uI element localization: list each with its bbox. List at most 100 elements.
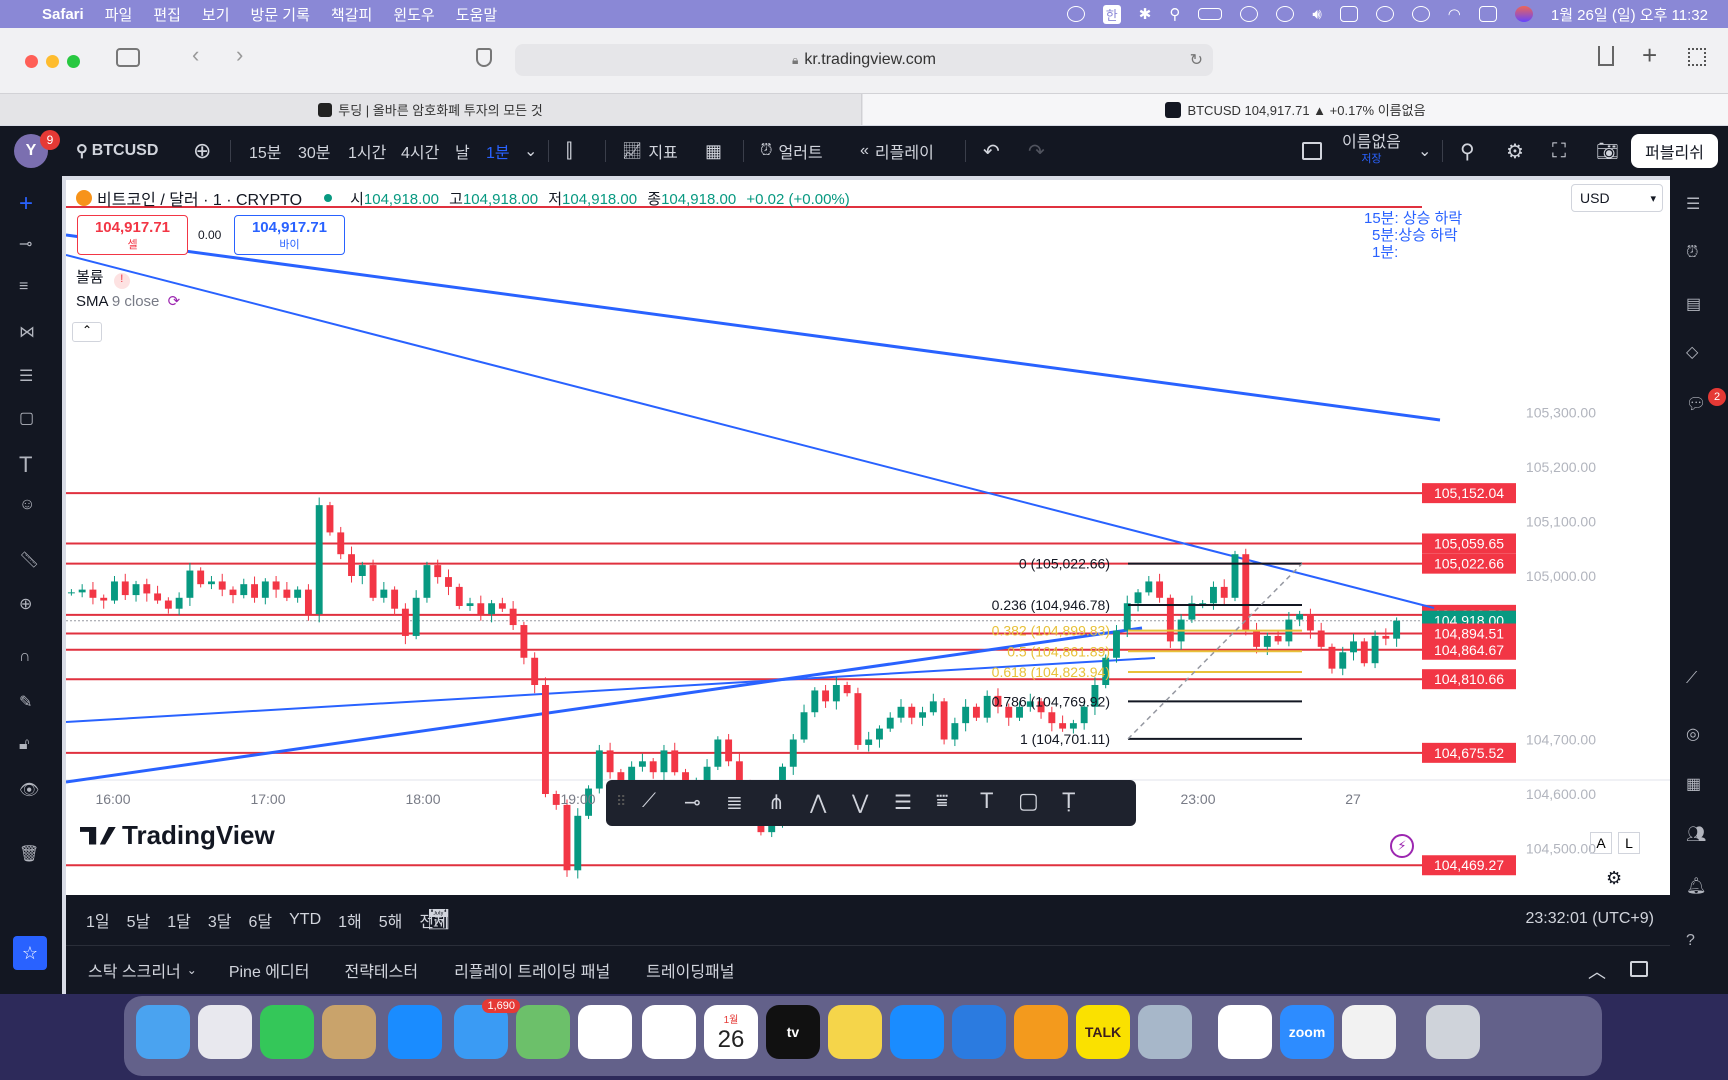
undo-icon[interactable]: ↶ bbox=[983, 126, 1000, 176]
panel-strategy-tester[interactable]: 전략테스터 bbox=[344, 958, 418, 982]
goto-date-icon[interactable]: 📅︎ bbox=[426, 907, 451, 932]
fib-retracement-tool-icon[interactable]: ☰ bbox=[894, 790, 912, 815]
parallel-channel-tool-icon[interactable]: ≣ bbox=[726, 790, 743, 815]
zoom-window-button[interactable] bbox=[67, 55, 80, 68]
drag-handle-icon[interactable]: ⠿ bbox=[616, 793, 626, 810]
emoji-icon[interactable]: ☺ bbox=[19, 496, 45, 522]
delete-icon[interactable]: 🗑︎ bbox=[19, 844, 45, 870]
minimize-window-button[interactable] bbox=[46, 55, 59, 68]
textedit-dock-icon[interactable] bbox=[1342, 1005, 1396, 1059]
reload-icon[interactable]: ↻ bbox=[1190, 50, 1203, 70]
pitchfork-tool-icon[interactable]: ⋔ bbox=[768, 790, 785, 815]
panel-pine-editor[interactable]: Pine 에디터 bbox=[229, 958, 310, 982]
input-source-indicator[interactable]: 한 bbox=[1102, 4, 1121, 24]
fullscreen-icon[interactable]: ⛶ bbox=[1552, 126, 1566, 176]
text-tool-icon[interactable]: T bbox=[19, 452, 45, 478]
quick-search-icon[interactable]: ⚲ bbox=[1460, 126, 1475, 176]
menu-file[interactable]: 파일 bbox=[105, 4, 133, 25]
text-note[interactable]: 15분: 상승 하락 5분:상승 하락 1분: bbox=[1364, 210, 1462, 261]
app-store-dock-icon[interactable] bbox=[890, 1005, 944, 1059]
templates-icon[interactable]: ▦ bbox=[705, 126, 722, 176]
chart-title[interactable]: 비트코인 / 달러 · 1 · CRYPTO bbox=[97, 186, 302, 210]
contacts-dock-icon[interactable] bbox=[322, 1005, 376, 1059]
horizontal-ray-tool-icon[interactable]: ⊸ bbox=[684, 790, 701, 815]
forward-icon[interactable]: › bbox=[236, 42, 243, 68]
alert-button[interactable]: ⏰︎ 얼러트 bbox=[760, 126, 823, 176]
watchlist-icon[interactable]: ☰ bbox=[1686, 194, 1714, 222]
range-button[interactable]: 6달 bbox=[249, 908, 273, 932]
draw-mode-icon[interactable]: ✎ bbox=[19, 692, 45, 718]
airdrop-icon[interactable] bbox=[1375, 6, 1394, 22]
address-bar[interactable]: 🔒︎ kr.tradingview.com ↻ bbox=[515, 44, 1213, 76]
collapse-legend-icon[interactable]: ⌃ bbox=[72, 322, 102, 342]
zoom-status-icon[interactable] bbox=[1066, 6, 1085, 22]
trend-line-tool-icon[interactable]: ⟋ bbox=[642, 790, 656, 813]
mail-dock-icon[interactable]: 1,690 bbox=[454, 999, 520, 1059]
privacy-shield-icon[interactable] bbox=[476, 48, 492, 67]
chart-type-icon[interactable]: ⫿ bbox=[566, 126, 572, 176]
range-button[interactable]: 1해 bbox=[338, 908, 362, 932]
range-button[interactable]: 5날 bbox=[127, 908, 151, 932]
help-icon[interactable]: ? bbox=[1686, 932, 1714, 960]
hide-drawings-icon[interactable]: 👁︎ bbox=[19, 780, 45, 806]
panel-replay-trading[interactable]: 리플레이 트레이딩 패널 bbox=[454, 958, 610, 982]
tab-tradingview[interactable]: BTCUSD 104,917.71 ▲ +0.17% 이름없음 bbox=[863, 94, 1728, 125]
time-machine-icon[interactable] bbox=[1276, 6, 1295, 22]
safari-dock-icon[interactable] bbox=[388, 1005, 442, 1059]
magnet-icon[interactable]: ∩ bbox=[19, 648, 45, 674]
symbol-search[interactable]: ⚲ BTCUSD bbox=[76, 126, 158, 176]
menu-view[interactable]: 보기 bbox=[202, 4, 230, 25]
ruler-icon[interactable]: 📏︎ bbox=[19, 550, 45, 576]
range-button[interactable]: 1달 bbox=[167, 908, 191, 932]
range-button[interactable]: 1일 bbox=[86, 908, 110, 932]
watchlist-star-icon[interactable]: ☆ bbox=[13, 936, 47, 970]
interval-day[interactable]: 날 bbox=[455, 126, 470, 176]
calendar-icon[interactable]: ▦ bbox=[1686, 774, 1714, 802]
interval-30m[interactable]: 30분 bbox=[298, 126, 331, 176]
rectangle-tool-icon[interactable]: ▢ bbox=[1018, 788, 1039, 814]
xabcd-tool-icon[interactable]: ⋀ bbox=[810, 790, 826, 815]
menubar-clock[interactable]: 1월 26일 (일) 오후 11:32 bbox=[1551, 4, 1708, 25]
fib-icon[interactable]: ☰ bbox=[19, 366, 45, 392]
back-icon[interactable]: ‹ bbox=[192, 42, 199, 68]
crosshair-icon[interactable]: + bbox=[19, 190, 45, 217]
snapshot-icon[interactable]: 📷︎ bbox=[1596, 126, 1619, 176]
layout-name[interactable]: 이름없음 저장 bbox=[1342, 126, 1401, 176]
kakaotalk-dock-icon[interactable]: TALK bbox=[1076, 1005, 1130, 1059]
chevron-up-icon[interactable]: ︿ bbox=[1588, 958, 1606, 984]
range-button[interactable]: YTD bbox=[289, 911, 321, 929]
interval-1h[interactable]: 1시간 bbox=[348, 126, 386, 176]
apple-tv-dock-icon[interactable]: tv bbox=[766, 1005, 820, 1059]
pattern-icon[interactable]: ⋈ bbox=[19, 322, 45, 348]
battery-icon[interactable] bbox=[1198, 8, 1223, 20]
data-window-icon[interactable]: ▤ bbox=[1686, 294, 1714, 322]
fib-extension-tool-icon[interactable]: ⩸ bbox=[936, 790, 948, 813]
control-center-icon[interactable] bbox=[1478, 6, 1497, 22]
scale-log-button[interactable]: L bbox=[1618, 832, 1640, 854]
menu-app[interactable]: Safari bbox=[42, 6, 84, 23]
interval-1m[interactable]: 1분 bbox=[486, 126, 510, 176]
buy-button[interactable]: 104,917.71 바이 bbox=[234, 215, 345, 255]
bluetooth-icon[interactable]: ✱ bbox=[1139, 5, 1152, 23]
tab-overview-icon[interactable] bbox=[1688, 48, 1706, 66]
range-button[interactable]: 5해 bbox=[379, 908, 403, 932]
interval-4h[interactable]: 4시간 bbox=[401, 126, 439, 176]
layers-icon[interactable]: ◇ bbox=[1686, 342, 1714, 370]
panel-stock-screener[interactable]: 스탁 스크리너 bbox=[88, 958, 181, 982]
alerts-icon[interactable]: ⏰︎ bbox=[1686, 244, 1714, 272]
shape-icon[interactable]: ▢ bbox=[19, 408, 45, 434]
menu-bookmarks[interactable]: 책갈피 bbox=[331, 4, 372, 25]
trash-dock-icon[interactable] bbox=[1426, 1005, 1480, 1059]
range-button[interactable]: 3달 bbox=[208, 908, 232, 932]
lock-drawings-icon[interactable]: 🔓︎ bbox=[19, 736, 45, 762]
pages-dock-icon[interactable] bbox=[1014, 1005, 1068, 1059]
maps-dock-icon[interactable] bbox=[516, 1005, 570, 1059]
siri-icon[interactable] bbox=[1514, 6, 1533, 22]
settings-icon[interactable]: ⚙ bbox=[1506, 126, 1524, 176]
scale-auto-button[interactable]: A bbox=[1590, 832, 1612, 854]
finder-dock-icon[interactable] bbox=[136, 1005, 190, 1059]
calendar-dock-icon[interactable]: 1월 26 bbox=[704, 1005, 758, 1059]
layout-dropdown-icon[interactable]: ⌄ bbox=[1418, 126, 1431, 176]
notes-dock-icon[interactable] bbox=[828, 1005, 882, 1059]
panel-trading[interactable]: 트레이딩패널 bbox=[646, 958, 734, 982]
